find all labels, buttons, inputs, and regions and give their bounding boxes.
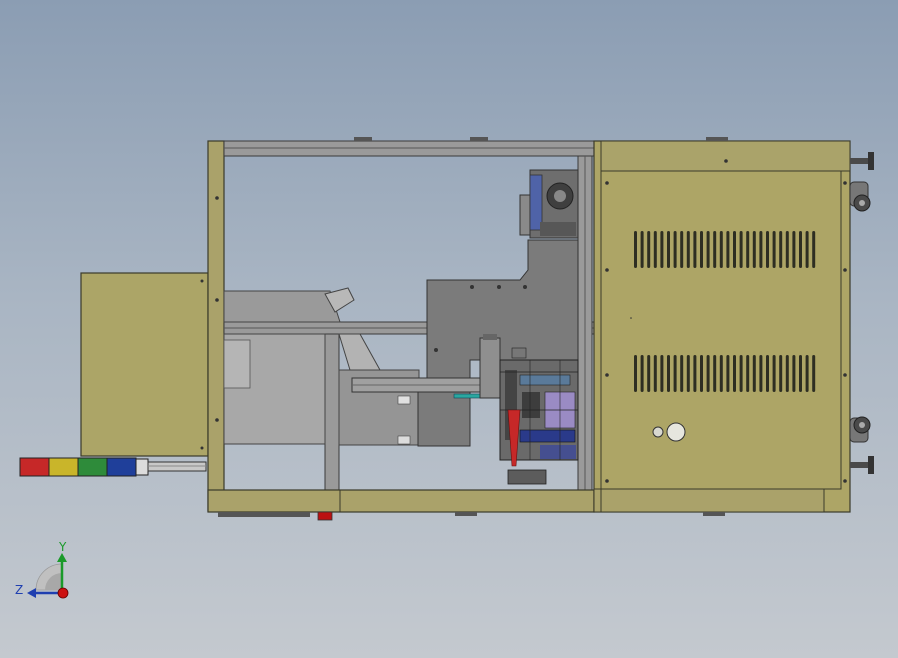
vent-slot [772,231,776,268]
casters [849,152,874,474]
vent-slot [812,231,816,268]
vent-slot [673,355,677,392]
vent-slot [752,231,756,268]
vent-slot [667,231,670,268]
vent-slot [700,355,703,392]
vent-slot [647,231,651,268]
y-axis-label: Y [58,540,67,554]
vent-slot [660,355,664,392]
vent-slot [673,231,677,268]
vent-slot [759,231,763,268]
vent-slot [693,231,697,268]
vent-slot [706,355,710,392]
vent-slot [640,355,644,392]
vent-slot [746,355,750,392]
vent-slot [785,355,789,392]
vent-slot [653,355,657,392]
vent-slot [634,355,637,392]
vent-slot [799,231,802,268]
vent-slot [667,355,670,392]
vent-slot [812,355,816,392]
vent-slot [805,355,809,392]
vent-slot [726,231,730,268]
vent-slot [719,231,723,268]
vent-slot [653,231,657,268]
vent-slot [805,231,809,268]
vent-slot [647,355,651,392]
vent-slot [759,355,763,392]
vent-slot [772,355,776,392]
vent-slot [799,355,802,392]
vent-slot [700,231,703,268]
vent-slot [713,231,717,268]
vent-slot [785,231,789,268]
vent-slot [779,231,783,268]
vent-slot [660,231,664,268]
vent-slot [706,231,710,268]
vent-slot [733,231,736,268]
vent-slot [680,355,684,392]
vent-slot [766,231,769,268]
vent-slot [719,355,723,392]
triad-icon[interactable]: Y Z [15,540,69,599]
vent-slot [746,231,750,268]
vent-slot [726,355,730,392]
vent-slot [686,355,690,392]
vent-slot [680,231,684,268]
vent-slot [686,231,690,268]
vent-slot [640,231,644,268]
control-box [80,272,209,457]
vent-slot [792,355,796,392]
vent-slot [779,355,783,392]
vent-slot [792,231,796,268]
vent-slot [713,355,717,392]
electrical-cabinet [593,137,851,516]
vent-slot [752,355,756,392]
vent-slot [634,231,637,268]
vent-slot [733,355,736,392]
signal-tower [19,457,207,477]
z-axis-label: Z [15,583,23,597]
vent-slot [739,355,743,392]
vent-slot [693,355,697,392]
vent-slot [739,231,743,268]
cad-viewport[interactable]: Y Z [0,0,898,658]
vent-slot [766,355,769,392]
